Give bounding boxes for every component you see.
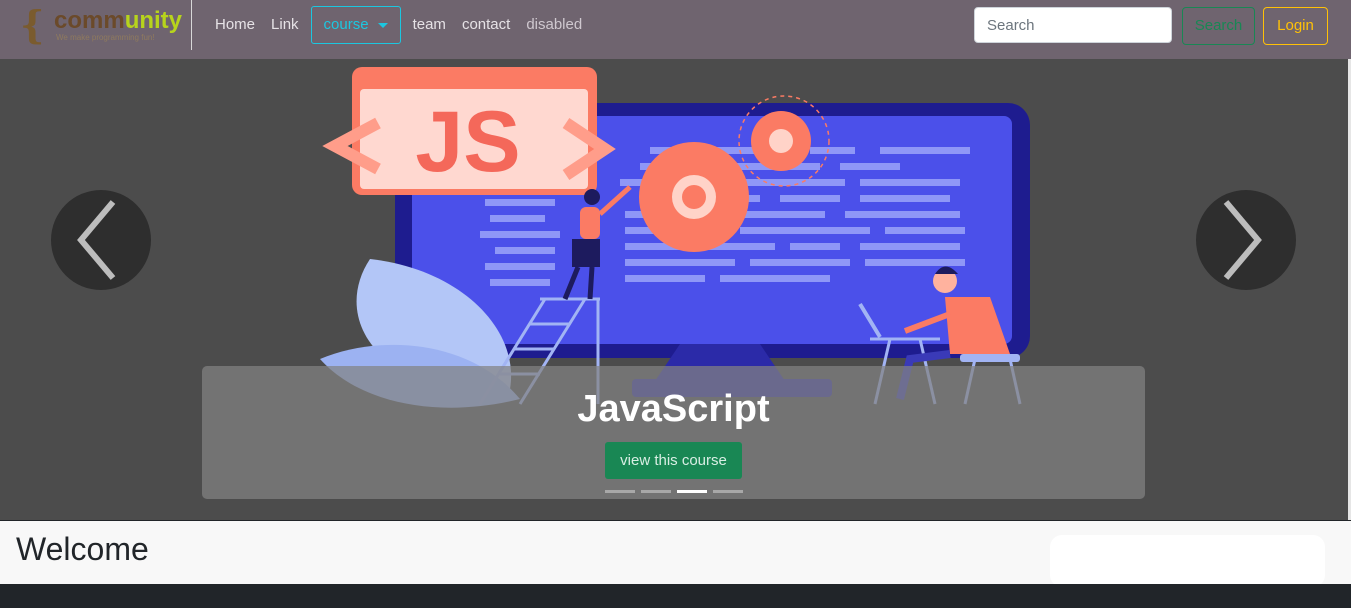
chevron-left-icon [77, 200, 116, 280]
js-illustration-text: JS [415, 94, 520, 190]
nav-disabled: disabled [526, 16, 583, 33]
view-course-button[interactable]: view this course [605, 442, 742, 479]
nav-link[interactable]: Link [263, 6, 307, 44]
carousel-prev-button[interactable] [51, 190, 151, 290]
obscured-region [1050, 535, 1325, 587]
carousel-caption: JavaScript view this course [202, 366, 1145, 499]
brace-icon: { [20, 2, 45, 47]
search-input[interactable] [974, 7, 1172, 43]
caret-down-icon [377, 22, 388, 28]
course-carousel: JS JavaScript view this course [0, 59, 1348, 520]
brand-name-part1: comm [54, 7, 125, 34]
nav-home[interactable]: Home [207, 6, 263, 44]
nav-contact[interactable]: contact [454, 6, 518, 44]
navbar: { community We make programming fun! Hom… [0, 0, 1351, 59]
search-button[interactable]: Search [1182, 7, 1255, 45]
nav-team[interactable]: team [405, 6, 454, 44]
carousel-indicators [605, 490, 743, 493]
nav-course-dropdown[interactable]: course [310, 6, 401, 44]
carousel-indicator-active[interactable] [677, 490, 707, 493]
navbar-divider [191, 0, 192, 50]
caption-title: JavaScript [577, 388, 770, 430]
dark-section [0, 584, 1351, 608]
chevron-right-icon [1223, 200, 1262, 280]
brand-name-part2: unity [124, 7, 183, 34]
brand-logo[interactable]: { community We make programming fun! [20, 6, 190, 48]
welcome-section: Welcome [0, 521, 1351, 587]
welcome-title: Welcome [16, 531, 149, 567]
carousel-indicator[interactable] [605, 490, 635, 493]
brand-tagline: We make programming fun! [56, 33, 155, 42]
brand-name: community [54, 8, 182, 34]
nav-course-label: course [323, 16, 369, 33]
nav-menu: Home Link course team contact disabled [207, 6, 590, 44]
carousel-next-button[interactable] [1196, 190, 1296, 290]
carousel-indicator[interactable] [713, 490, 743, 493]
carousel-indicator[interactable] [641, 490, 671, 493]
login-button[interactable]: Login [1263, 7, 1328, 45]
